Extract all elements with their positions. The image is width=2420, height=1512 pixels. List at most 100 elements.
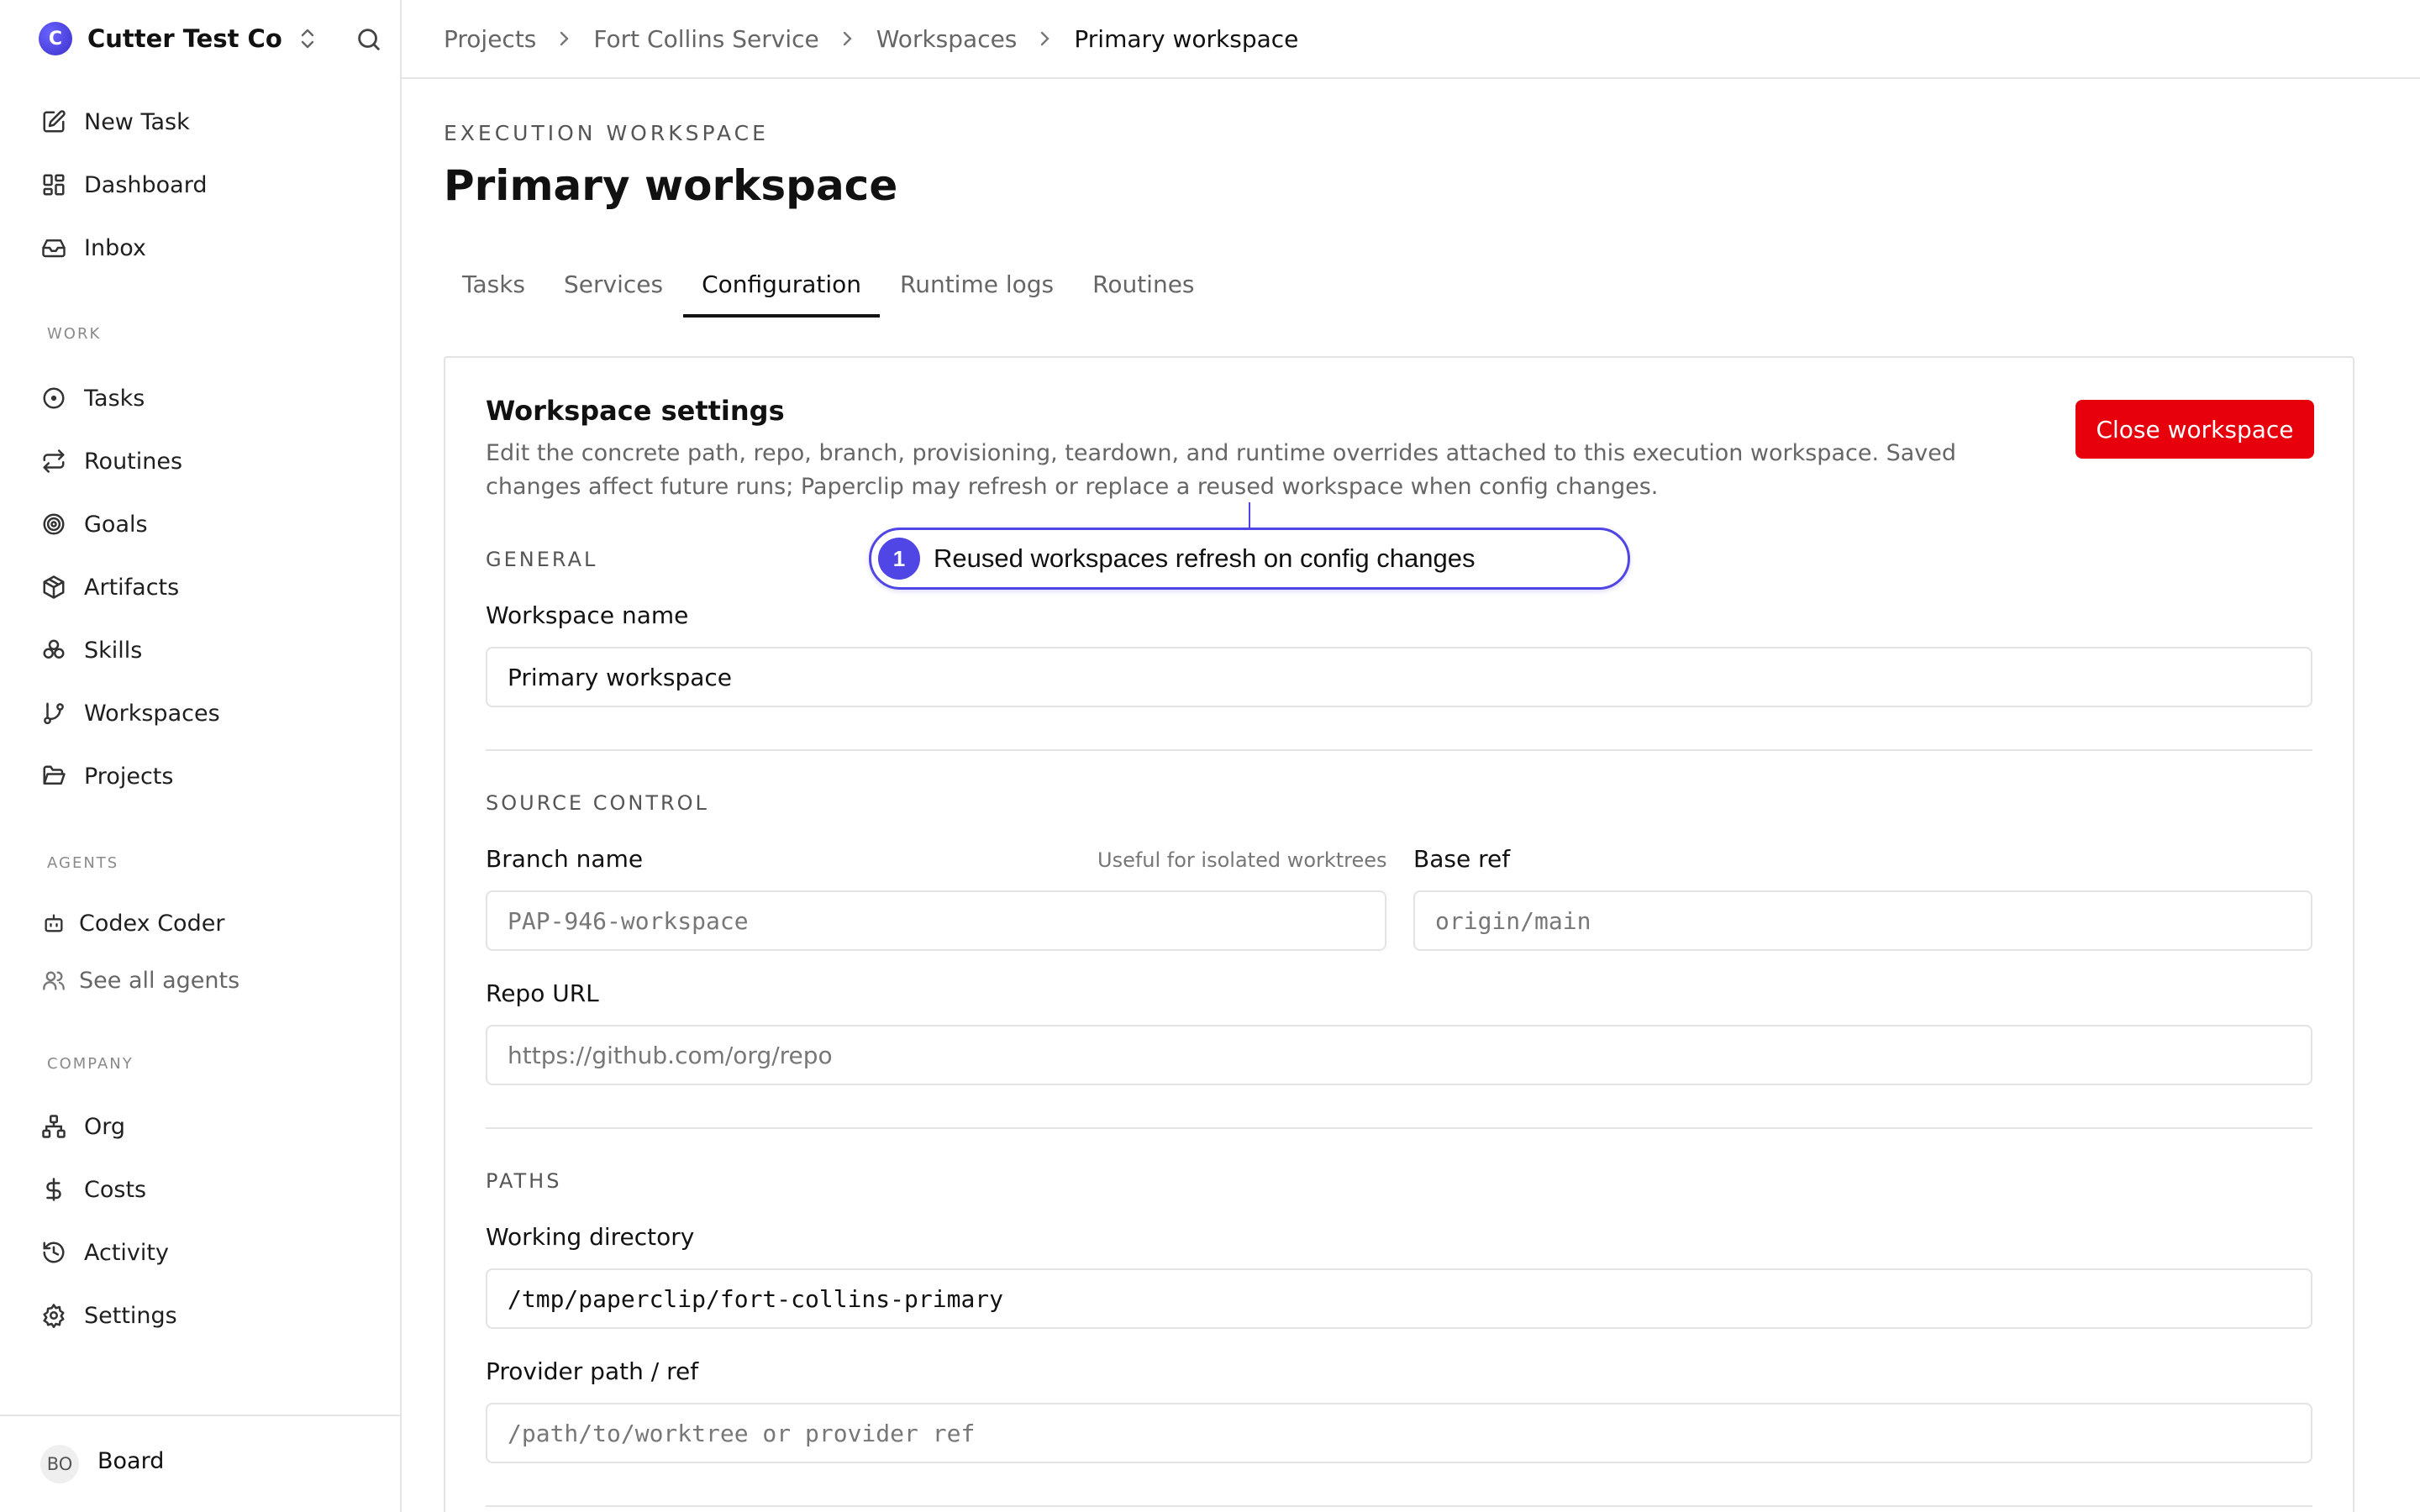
annotation-callout: 1 Reused workspaces refresh on config ch… bbox=[869, 528, 1630, 590]
sidebar-item-activity[interactable]: Activity bbox=[39, 1234, 169, 1271]
section-label-agents: AGENTS bbox=[47, 854, 119, 872]
page-eyebrow: EXECUTION WORKSPACE bbox=[444, 121, 769, 145]
sidebar-item-label: Costs bbox=[84, 1176, 147, 1203]
sidebar-item-label: Skills bbox=[84, 637, 143, 664]
annotation-text: Reused workspaces refresh on config chan… bbox=[934, 543, 1476, 573]
folder-open-icon bbox=[39, 761, 69, 791]
sidebar-item-label: Artifacts bbox=[84, 574, 180, 601]
sidebar-item-label: Goals bbox=[84, 511, 148, 538]
sidebar-item-label: Activity bbox=[84, 1239, 169, 1266]
breadcrumb-project[interactable]: Fort Collins Service bbox=[593, 25, 818, 53]
sidebar-item-costs[interactable]: Costs bbox=[39, 1171, 146, 1208]
chevron-right-icon bbox=[1039, 29, 1052, 48]
sidebar-item-dashboard[interactable]: Dashboard bbox=[39, 166, 207, 203]
inbox-icon bbox=[39, 233, 69, 263]
sidebar: C Cutter Test Co New Task Dashboard Inbo… bbox=[0, 0, 402, 1512]
working-directory-label: Working directory bbox=[486, 1223, 695, 1251]
bot-icon bbox=[39, 908, 69, 938]
users-icon bbox=[39, 965, 69, 995]
sidebar-item-new-task[interactable]: New Task bbox=[39, 103, 190, 140]
chevron-right-icon bbox=[558, 29, 571, 48]
working-directory-input[interactable]: /tmp/paperclip/fort-collins-primary bbox=[486, 1268, 2312, 1329]
divider bbox=[486, 1505, 2312, 1507]
branch-name-hint: Useful for isolated worktrees bbox=[1097, 848, 1387, 872]
dollar-icon bbox=[39, 1174, 69, 1205]
avatar: BO bbox=[40, 1445, 79, 1483]
base-ref-input[interactable]: origin/main bbox=[1413, 890, 2312, 951]
card-title: Workspace settings bbox=[486, 395, 785, 427]
sidebar-item-artifacts[interactable]: Artifacts bbox=[39, 569, 179, 606]
search-icon[interactable] bbox=[355, 25, 383, 57]
sidebar-item-label: See all agents bbox=[79, 967, 240, 994]
network-icon bbox=[39, 1111, 69, 1142]
sidebar-item-workspaces[interactable]: Workspaces bbox=[39, 695, 220, 732]
tab-services[interactable]: Services bbox=[545, 252, 681, 318]
page-title: Primary workspace bbox=[444, 161, 898, 210]
sidebar-item-tasks[interactable]: Tasks bbox=[39, 380, 145, 417]
workspace-name-label: Workspace name bbox=[486, 601, 689, 629]
dashboard-icon bbox=[39, 170, 69, 200]
breadcrumb-projects[interactable]: Projects bbox=[444, 25, 536, 53]
breadcrumb-workspaces[interactable]: Workspaces bbox=[876, 25, 1018, 53]
gear-icon bbox=[39, 1300, 69, 1331]
sidebar-item-codex-coder[interactable]: Codex Coder bbox=[39, 905, 224, 942]
provider-path-input[interactable]: /path/to/worktree or provider ref bbox=[486, 1403, 2312, 1463]
sidebar-item-label: Tasks bbox=[84, 385, 145, 412]
annotation-connector bbox=[1249, 502, 1250, 528]
chevron-right-icon bbox=[841, 29, 855, 48]
group-label-source-control: SOURCE CONTROL bbox=[486, 791, 709, 815]
chevron-up-down-icon bbox=[297, 27, 318, 50]
sidebar-item-label: Inbox bbox=[84, 234, 146, 261]
section-label-work: WORK bbox=[47, 325, 102, 343]
branch-name-label: Branch name bbox=[486, 845, 644, 873]
company-name: Cutter Test Co bbox=[87, 24, 282, 53]
workspace-name-input[interactable]: Primary workspace bbox=[486, 647, 2312, 707]
tab-configuration[interactable]: Configuration bbox=[683, 252, 880, 318]
sidebar-item-routines[interactable]: Routines bbox=[39, 443, 182, 480]
repeat-icon bbox=[39, 446, 69, 476]
user-footer[interactable]: BO Board bbox=[0, 1415, 400, 1512]
base-ref-label: Base ref bbox=[1413, 845, 1511, 873]
divider bbox=[486, 1127, 2312, 1129]
breadcrumb-current: Primary workspace bbox=[1074, 24, 1299, 53]
card-description: Edit the concrete path, repo, branch, pr… bbox=[486, 440, 1957, 500]
company-logo: C bbox=[39, 22, 72, 55]
sidebar-item-label: Dashboard bbox=[84, 171, 208, 198]
edit-icon bbox=[39, 107, 69, 137]
company-switcher[interactable]: C Cutter Test Co bbox=[39, 22, 318, 55]
tab-runtime-logs[interactable]: Runtime logs bbox=[881, 252, 1072, 318]
user-label: Board bbox=[97, 1448, 165, 1474]
tab-bar: Tasks Services Configuration Runtime log… bbox=[444, 252, 1215, 319]
group-label-paths: PATHS bbox=[486, 1169, 562, 1193]
sidebar-item-label: Routines bbox=[84, 448, 183, 475]
section-label-company: COMPANY bbox=[47, 1055, 134, 1073]
group-label-general: GENERAL bbox=[486, 548, 598, 571]
repo-url-label: Repo URL bbox=[486, 979, 599, 1007]
sidebar-item-label: Projects bbox=[84, 763, 174, 790]
history-icon bbox=[39, 1237, 69, 1268]
sidebar-item-label: Workspaces bbox=[84, 700, 220, 727]
sidebar-item-goals[interactable]: Goals bbox=[39, 506, 148, 543]
sidebar-item-label: Settings bbox=[84, 1302, 177, 1329]
branch-name-input[interactable]: PAP-946-workspace bbox=[486, 890, 1386, 951]
sidebar-item-inbox[interactable]: Inbox bbox=[39, 229, 146, 266]
git-branch-icon bbox=[39, 698, 69, 728]
sidebar-item-see-all-agents[interactable]: See all agents bbox=[39, 962, 239, 999]
sidebar-item-label: Codex Coder bbox=[79, 910, 225, 937]
sidebar-item-label: Org bbox=[84, 1113, 126, 1140]
tab-routines[interactable]: Routines bbox=[1074, 252, 1213, 318]
package-icon bbox=[39, 572, 69, 602]
annotation-number: 1 bbox=[878, 538, 920, 580]
sidebar-item-skills[interactable]: Skills bbox=[39, 632, 142, 669]
tab-tasks[interactable]: Tasks bbox=[444, 252, 544, 318]
sidebar-item-projects[interactable]: Projects bbox=[39, 758, 173, 795]
provider-path-label: Provider path / ref bbox=[486, 1357, 699, 1385]
sidebar-item-settings[interactable]: Settings bbox=[39, 1297, 177, 1334]
sidebar-item-label: New Task bbox=[84, 108, 190, 135]
breadcrumb: Projects Fort Collins Service Workspaces… bbox=[402, 0, 2420, 79]
repo-url-input[interactable]: https://github.com/org/repo bbox=[486, 1025, 2312, 1085]
close-workspace-button[interactable]: Close workspace bbox=[2075, 400, 2314, 459]
target-icon bbox=[39, 509, 69, 539]
sidebar-item-org[interactable]: Org bbox=[39, 1108, 125, 1145]
boxes-icon bbox=[39, 635, 69, 665]
